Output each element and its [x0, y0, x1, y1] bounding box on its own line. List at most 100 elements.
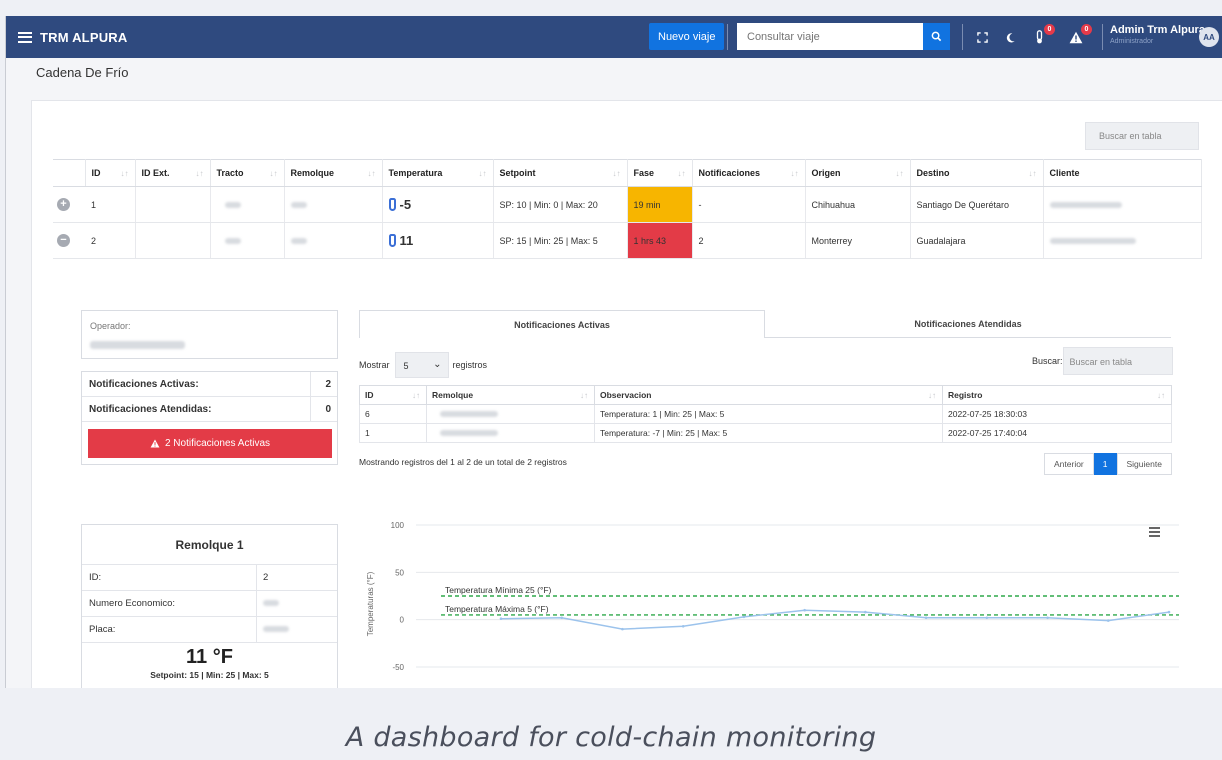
cell-cliente-redacted: [1043, 186, 1202, 223]
data-point: [924, 616, 928, 620]
next-page-button[interactable]: Siguiente: [1116, 453, 1172, 475]
col-header-setpoint[interactable]: Setpoint ↓↑: [493, 159, 628, 187]
page-length-control: Mostrar 5 ⌄ registros: [359, 352, 487, 378]
y-tick-label: -50: [392, 663, 404, 672]
thermometer-icon: [388, 234, 396, 247]
attended-notifications-row: Notificaciones Atendidas: 0: [82, 397, 337, 422]
chart-menu-icon: [1149, 531, 1160, 533]
notifications-search: Buscar: Buscar en tabla: [1032, 347, 1173, 375]
records-info: Mostrando registros del 1 al 2 de un tot…: [359, 457, 567, 467]
chevron-down-icon: ⌄: [433, 359, 442, 370]
page-length-select[interactable]: 5 ⌄: [394, 352, 449, 378]
y-tick-label: 100: [391, 521, 405, 530]
operator-label: Operador:: [90, 321, 131, 331]
data-point: [681, 624, 685, 628]
cell-remolque-redacted: [426, 404, 595, 424]
col-header-id[interactable]: ID ↓↑: [359, 385, 427, 405]
cold-chain-card: Buscar en tabla ID ↓↑ ID Ext. ↓↑ Tracto ↓↑ …: [31, 100, 1222, 688]
user-name: Admin Trm Alpura: [1110, 24, 1205, 36]
cell-origen: Chihuahua: [805, 186, 911, 223]
data-point: [1046, 616, 1049, 620]
data-point: [1106, 619, 1110, 622]
table-row[interactable]: − 2 11 SP: 15 | Min: 25 | Max: 5 1 hrs 4…: [53, 222, 1202, 259]
avatar[interactable]: AA: [1199, 27, 1219, 47]
col-header-fase[interactable]: Fase ↓↑: [627, 159, 693, 187]
warnings-button[interactable]: 0: [1066, 24, 1092, 47]
cell-fase: 1 hrs 43: [627, 222, 693, 259]
trailer-eco-row: Numero Economico:: [82, 591, 337, 617]
cell-remolque-redacted: [426, 423, 595, 443]
trip-search-input[interactable]: [737, 23, 923, 50]
prev-page-button[interactable]: Anterior: [1044, 453, 1094, 475]
collapse-row-icon[interactable]: −: [57, 234, 70, 247]
data-point: [621, 627, 624, 631]
user-menu[interactable]: Admin Trm Alpura Administrador: [1110, 24, 1205, 45]
cell-id-ext: [135, 186, 211, 223]
expand-row-icon[interactable]: +: [57, 198, 70, 211]
data-point: [1167, 610, 1171, 614]
cell-notificaciones: -: [692, 186, 806, 223]
search-button[interactable]: [923, 23, 950, 50]
temperature-alerts-badge: 0: [1044, 24, 1055, 35]
table-row[interactable]: 1 Temperatura: -7 | Min: 25 | Max: 5 202…: [359, 423, 1172, 443]
cell-id: 2: [85, 222, 136, 259]
col-header-id-ext[interactable]: ID Ext. ↓↑: [135, 159, 211, 187]
data-point: [985, 616, 989, 620]
threshold-label: Temperatura Máxima 5 (°F): [445, 604, 549, 614]
page-title: Cadena De Frío: [36, 65, 129, 80]
table-search-input[interactable]: Buscar en tabla: [1085, 122, 1199, 150]
table-header-row: ID ↓↑ ID Ext. ↓↑ Tracto ↓↑ Remolque ↓↑ Tempe…: [53, 159, 1202, 187]
col-header-remolque[interactable]: Remolque ↓↑: [426, 385, 595, 405]
col-header-cliente[interactable]: Cliente: [1043, 159, 1202, 187]
cell-notificaciones: 2: [692, 222, 806, 259]
cell-setpoint: SP: 10 | Min: 0 | Max: 20: [493, 186, 628, 223]
notifications-search-input[interactable]: Buscar en tabla: [1062, 347, 1173, 375]
tab-attended-notifications[interactable]: Notificaciones Atendidas: [765, 310, 1171, 338]
notification-tabs: Notificaciones Activas Notificaciones At…: [359, 310, 1171, 338]
cell-remolque-redacted: [284, 186, 383, 223]
tab-active-notifications[interactable]: Notificaciones Activas: [359, 310, 765, 338]
cell-remolque-redacted: [284, 222, 383, 259]
threshold-label: Temperatura Mínima 25 (°F): [445, 585, 552, 595]
col-header-observacion[interactable]: Observacion ↓↑: [594, 385, 943, 405]
table-row[interactable]: + 1 -5 SP: 10 | Min: 0 | Max: 20 19 min …: [53, 186, 1202, 223]
cell-tracto-redacted: [210, 222, 285, 259]
page-1-button[interactable]: 1: [1093, 453, 1117, 475]
brand-name: TRM ALPURA: [40, 29, 128, 45]
col-header-temperatura[interactable]: Temperatura ↓↑: [382, 159, 494, 187]
temperature-chart: 100 50 0 -50 Temperaturas (°F) Temperatura Mí…: [366, 521, 1179, 672]
warnings-badge: 0: [1081, 24, 1092, 35]
col-header-destino[interactable]: Destino ↓↑: [910, 159, 1044, 187]
dark-mode-moon-icon[interactable]: [1000, 27, 1020, 47]
cell-setpoint: SP: 15 | Min: 25 | Max: 5: [493, 222, 628, 259]
menu-icon[interactable]: [18, 31, 32, 43]
col-header-origen[interactable]: Origen ↓↑: [805, 159, 911, 187]
trailer-title: Remolque 1: [82, 525, 337, 565]
search-icon: [931, 31, 942, 42]
trailer-temperature: 11 °F: [186, 646, 233, 668]
thermometer-icon: [1036, 30, 1042, 44]
y-tick-label: 0: [400, 616, 405, 625]
new-trip-button[interactable]: Nuevo viaje: [649, 23, 725, 50]
table-row[interactable]: 6 Temperatura: 1 | Min: 25 | Max: 5 2022…: [359, 404, 1172, 424]
data-point: [864, 610, 867, 614]
warning-icon: [150, 439, 160, 448]
col-header-remolque[interactable]: Remolque ↓↑: [284, 159, 383, 187]
temperature-alerts-button[interactable]: 0: [1029, 24, 1055, 47]
operator-name-redacted: [90, 341, 185, 349]
col-header-tracto[interactable]: Tracto ↓↑: [210, 159, 285, 187]
fullscreen-icon[interactable]: [972, 27, 992, 47]
divider: [1102, 24, 1103, 50]
active-notifications-button[interactable]: 2 Notificaciones Activas: [88, 429, 332, 458]
col-header-notificaciones[interactable]: Notificaciones ↓↑: [692, 159, 806, 187]
col-header-registro[interactable]: Registro ↓↑: [942, 385, 1172, 405]
col-control: [53, 159, 86, 187]
cell-tracto-redacted: [210, 186, 285, 223]
notifications-table: ID ↓↑ Remolque ↓↑ Observacion ↓↑ Registro ↓↑…: [359, 385, 1172, 443]
active-notifications-row: Notificaciones Activas: 2: [82, 372, 337, 397]
col-header-id[interactable]: ID ↓↑: [85, 159, 136, 187]
app-window: TRM ALPURA Nuevo viaje 0 0 Admin Trm Alp…: [5, 16, 1222, 688]
data-point: [803, 608, 806, 612]
operator-panel: Operador:: [81, 310, 338, 359]
caption: A dashboard for cold-chain monitoring: [345, 722, 877, 753]
